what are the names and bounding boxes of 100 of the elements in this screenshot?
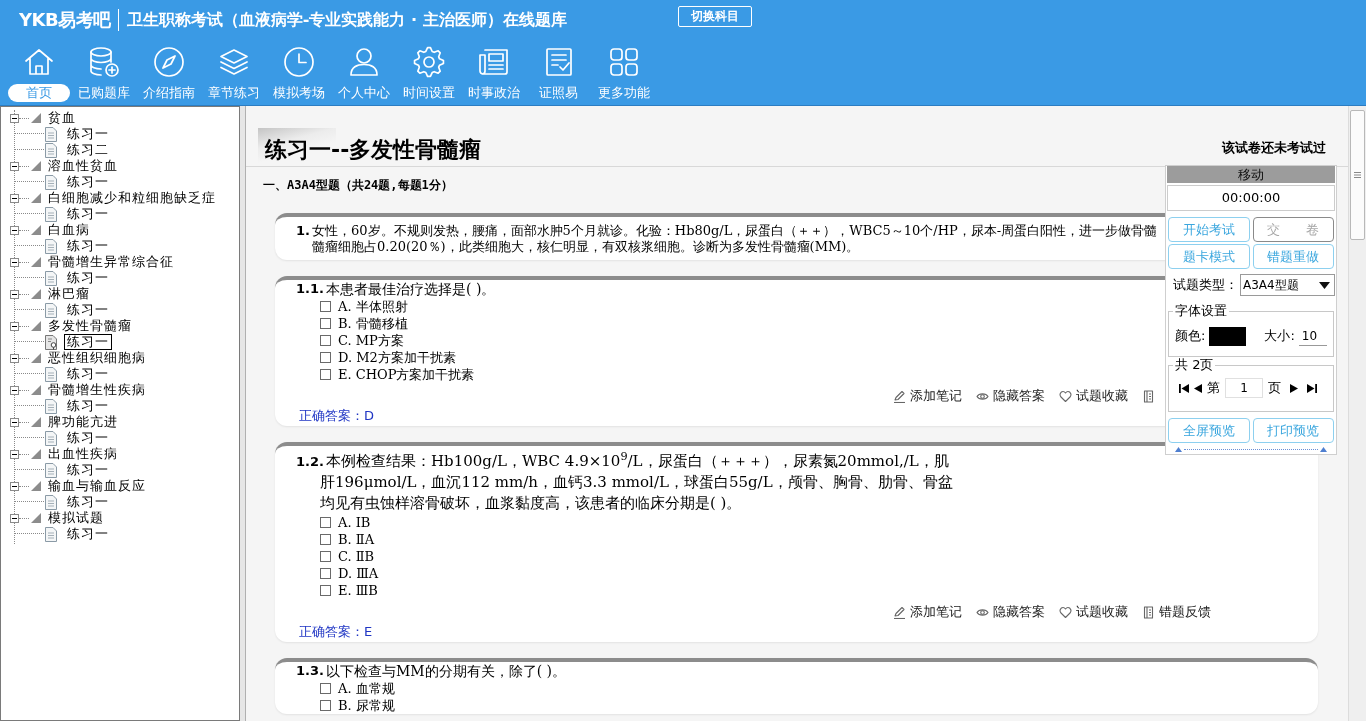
- minus-box-icon[interactable]: [10, 113, 19, 123]
- tree-category[interactable]: 淋巴瘤: [48, 286, 90, 302]
- tree-category[interactable]: 白血病: [48, 222, 90, 238]
- checkbox[interactable]: [320, 369, 331, 380]
- compass-icon[interactable]: [152, 46, 185, 78]
- document-icon: [45, 206, 57, 222]
- question-number: 1.3.: [296, 663, 324, 680]
- clock-icon[interactable]: [282, 46, 315, 78]
- tree-category[interactable]: 输血与输血反应: [48, 478, 146, 494]
- minus-box-icon[interactable]: [10, 193, 19, 203]
- triangle-icon: [31, 289, 41, 299]
- tree-leaf[interactable]: 练习一: [64, 366, 112, 382]
- hide-answer-button[interactable]: 隐藏答案: [976, 388, 1045, 404]
- person-icon[interactable]: [347, 46, 380, 78]
- scrollbar-thumb[interactable]: [1350, 110, 1365, 240]
- question-number: 1.: [296, 223, 310, 240]
- tree-category[interactable]: 出血性疾病: [48, 446, 118, 462]
- move-handle[interactable]: 移动: [1167, 166, 1335, 183]
- tree-leaf[interactable]: 练习一: [64, 398, 112, 414]
- checkbox[interactable]: [320, 335, 331, 346]
- page-prefix-label: 第: [1207, 380, 1220, 396]
- tree-leaf[interactable]: 练习一: [64, 206, 112, 222]
- tree-category[interactable]: 骨髓增生性疾病: [48, 382, 146, 398]
- tree-leaf[interactable]: 练习一: [64, 430, 112, 446]
- checkbox[interactable]: [320, 700, 331, 711]
- tree-category[interactable]: 模拟试题: [48, 510, 104, 526]
- document-icon: [45, 302, 57, 318]
- gear-icon[interactable]: [412, 46, 445, 78]
- grid-icon[interactable]: [607, 46, 640, 78]
- layers-icon[interactable]: [217, 46, 250, 78]
- favorite-button[interactable]: 试题收藏: [1059, 388, 1128, 404]
- tree-category[interactable]: 白细胞减少和粒细胞缺乏症: [48, 190, 216, 206]
- minus-box-icon[interactable]: [10, 225, 19, 235]
- minus-box-icon[interactable]: [10, 289, 19, 299]
- favorite-button[interactable]: 试题收藏: [1059, 604, 1128, 620]
- database-plus-icon[interactable]: [87, 46, 120, 78]
- tree-leaf[interactable]: 练习一: [64, 238, 112, 254]
- minus-box-icon[interactable]: [10, 513, 19, 523]
- tree-leaf[interactable]: 练习一: [64, 526, 112, 542]
- timer-display: 00:00:00: [1167, 185, 1335, 211]
- tree-leaf[interactable]: 练习一: [64, 334, 112, 350]
- minus-box-icon[interactable]: [10, 257, 19, 267]
- triangle-icon: [31, 257, 41, 267]
- error-feedback-button[interactable]: 错题反馈: [1142, 604, 1211, 620]
- notebook-icon[interactable]: [1142, 389, 1155, 403]
- minus-box-icon[interactable]: [10, 417, 19, 427]
- newspaper-icon[interactable]: [477, 46, 510, 78]
- checkbox[interactable]: [320, 534, 331, 545]
- checkbox[interactable]: [320, 517, 331, 528]
- type-select[interactable]: A3A4型题: [1240, 274, 1335, 296]
- heart-icon: [1059, 389, 1072, 403]
- tree-category[interactable]: 骨髓增生异常综合征: [48, 254, 174, 270]
- tree-leaf[interactable]: 练习二: [64, 142, 112, 158]
- tree-leaf[interactable]: 练习一: [64, 270, 112, 286]
- option-text: D. M2方案加干扰素: [338, 349, 456, 366]
- last-page-icon[interactable]: [1307, 383, 1317, 393]
- minus-box-icon[interactable]: [10, 449, 19, 459]
- checkbox[interactable]: [320, 318, 331, 329]
- checkbox[interactable]: [320, 683, 331, 694]
- next-page-icon[interactable]: [1290, 383, 1298, 393]
- question-text: 肝196μmol/L，血沉112 mm/h，血钙3.3 mmol/L，球蛋白55g/L，颅骨、胸骨、肋骨、骨盆: [320, 472, 953, 493]
- hide-answer-button[interactable]: 隐藏答案: [976, 604, 1045, 620]
- color-swatch[interactable]: [1209, 326, 1247, 346]
- page-field[interactable]: 1: [1225, 378, 1263, 398]
- size-label: 大小:: [1264, 328, 1295, 344]
- add-note-button[interactable]: 添加笔记: [893, 604, 962, 620]
- tree-leaf[interactable]: 练习一: [64, 126, 112, 142]
- minus-box-icon[interactable]: [10, 353, 19, 363]
- tree-leaf[interactable]: 练习一: [64, 494, 112, 510]
- tree-leaf[interactable]: 练习一: [64, 302, 112, 318]
- checkbox[interactable]: [320, 352, 331, 363]
- triangle-icon: [31, 161, 41, 171]
- tree-category[interactable]: 多发性骨髓瘤: [48, 318, 132, 334]
- checkbox[interactable]: [320, 585, 331, 596]
- minus-box-icon[interactable]: [10, 385, 19, 395]
- option-text: A. ⅠB: [338, 514, 371, 531]
- document-icon: [45, 462, 57, 478]
- tree-category[interactable]: 溶血性贫血: [48, 158, 118, 174]
- tree-leaf[interactable]: 练习一: [64, 462, 112, 478]
- page-suffix-label: 页: [1268, 380, 1281, 396]
- checkbox[interactable]: [320, 568, 331, 579]
- tree-category[interactable]: 贫血: [48, 110, 76, 126]
- checkbox[interactable]: [320, 551, 331, 562]
- triangle-icon: [31, 321, 41, 331]
- color-label: 颜色:: [1175, 328, 1206, 344]
- minus-box-icon[interactable]: [10, 481, 19, 491]
- add-note-button[interactable]: 添加笔记: [893, 388, 962, 404]
- group-legend: 共 2页: [1173, 357, 1216, 373]
- tree-category[interactable]: 恶性组织细胞病: [48, 350, 146, 366]
- tree-leaf[interactable]: 练习一: [64, 174, 112, 190]
- checkbox[interactable]: [320, 301, 331, 312]
- minus-box-icon[interactable]: [10, 161, 19, 171]
- previous-page-icon[interactable]: [1194, 383, 1202, 393]
- tree-category[interactable]: 脾功能亢进: [48, 414, 118, 430]
- panel-button: 交 卷: [1252, 217, 1334, 242]
- triangle-icon: [31, 449, 41, 459]
- minus-box-icon[interactable]: [10, 321, 19, 331]
- home-icon[interactable]: [22, 46, 55, 78]
- first-page-icon[interactable]: [1179, 383, 1189, 393]
- option-text: B. 尿常规: [338, 697, 395, 714]
